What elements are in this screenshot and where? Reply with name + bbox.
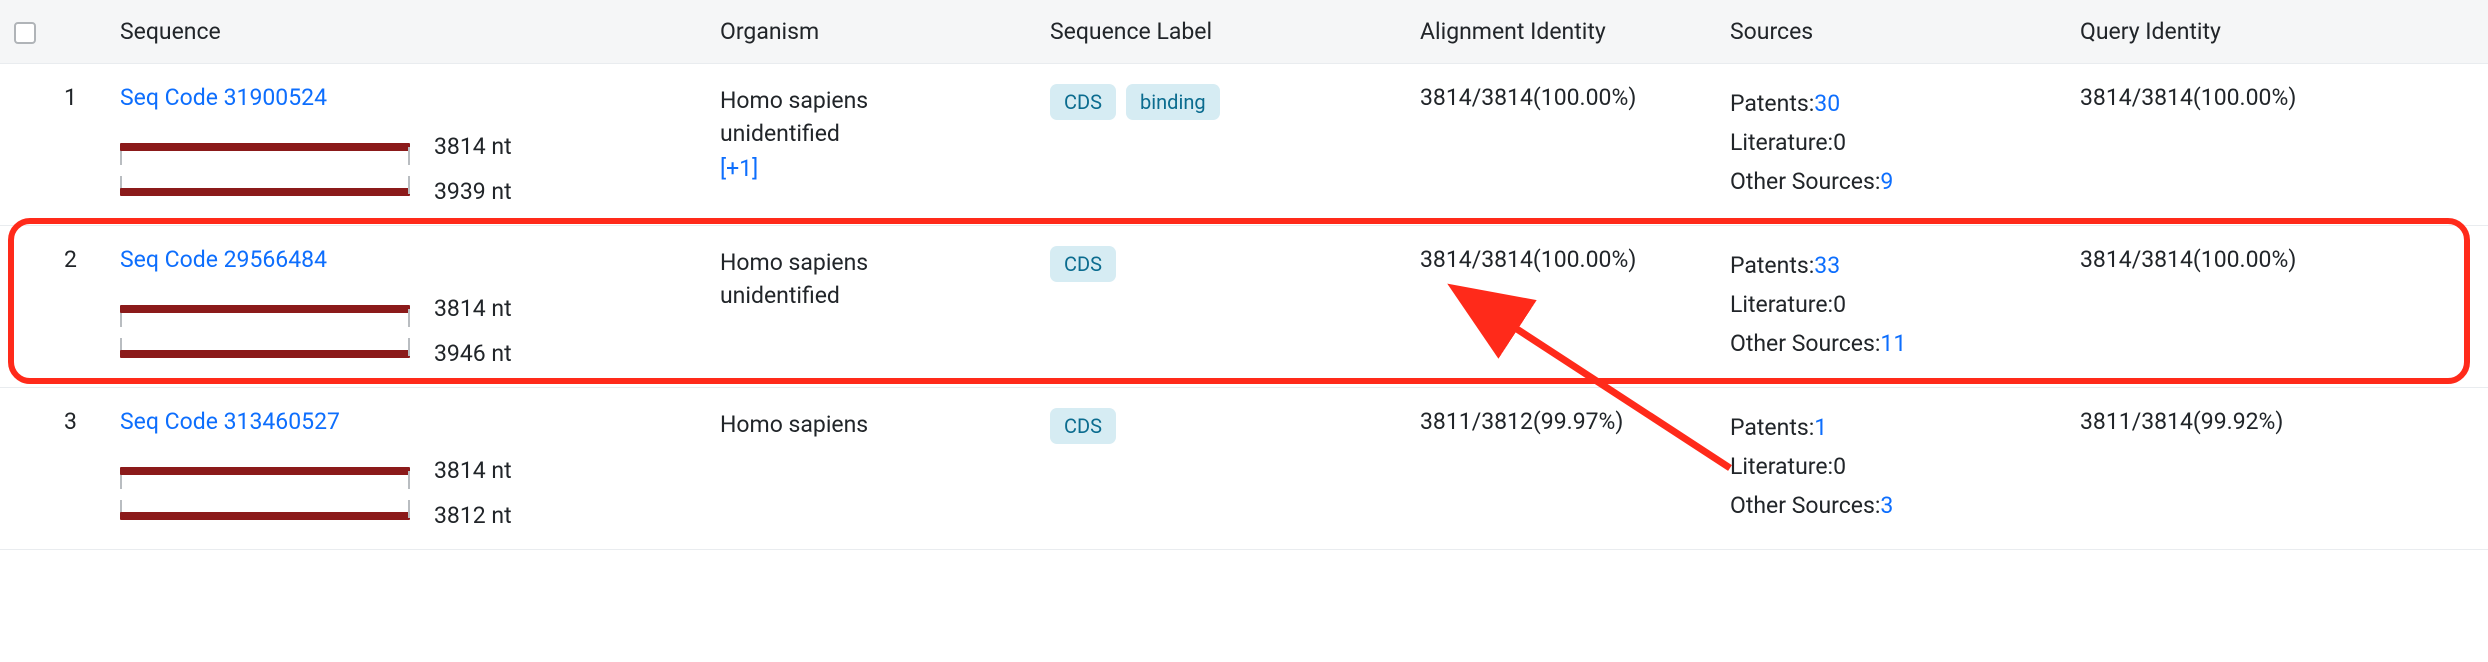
sequence-label-tag[interactable]: CDS — [1050, 246, 1116, 282]
header-sequence[interactable]: Sequence — [106, 0, 706, 64]
query-identity-cell: 3811/3814(99.92%) — [2066, 388, 2488, 550]
row-index: 1 — [50, 64, 106, 226]
literature-source-label: Literature: — [1730, 291, 1833, 318]
patents-source-value[interactable]: 1 — [1814, 414, 1827, 441]
organism-cell: Homo sapiensunidentified [+1] — [706, 64, 1036, 226]
literature-source-label: Literature: — [1730, 129, 1833, 156]
select-all-checkbox[interactable] — [14, 22, 36, 44]
alignment-identity-cell: 3811/3812(99.97%) — [1406, 388, 1716, 550]
row-index: 3 — [50, 388, 106, 550]
label-cell: CDS — [1036, 226, 1406, 388]
results-table: Sequence Organism Sequence Label Alignme… — [0, 0, 2488, 550]
patents-source: Patents:33 — [1730, 246, 2052, 285]
results-table-container: Sequence Organism Sequence Label Alignme… — [0, 0, 2488, 550]
organism-cell: Homo sapiensunidentified — [706, 226, 1036, 388]
header-sources[interactable]: Sources — [1716, 0, 2066, 64]
header-checkbox-cell — [0, 0, 50, 64]
other-source-label: Other Sources: — [1730, 330, 1880, 357]
sources-cell: Patents:1Literature:0Other Sources:3 — [1716, 388, 2066, 550]
sequence-label-tag[interactable]: CDS — [1050, 84, 1116, 120]
alignment-bar-top: 3814 nt — [120, 295, 692, 322]
literature-source: Literature:0 — [1730, 285, 2052, 324]
alignment-bar-bottom: 3946 nt — [120, 340, 692, 367]
header-label[interactable]: Sequence Label — [1036, 0, 1406, 64]
table-row: 1 Seq Code 31900524 3814 nt 3939 nt Homo sap… — [0, 64, 2488, 226]
other-source-value[interactable]: 11 — [1880, 330, 1906, 357]
alignment-bar-bottom: 3812 nt — [120, 502, 692, 529]
row-checkbox-cell — [0, 64, 50, 226]
alignment-bar-top: 3814 nt — [120, 457, 692, 484]
label-cell: CDS — [1036, 388, 1406, 550]
patents-source: Patents:30 — [1730, 84, 2052, 123]
literature-source: Literature:0 — [1730, 123, 2052, 162]
other-source: Other Sources:9 — [1730, 162, 2052, 201]
row-index: 2 — [50, 226, 106, 388]
nt-length-bottom: 3812 nt — [434, 502, 512, 529]
sequence-link[interactable]: Seq Code 29566484 — [120, 246, 327, 273]
sources-cell: Patents:30Literature:0Other Sources:9 — [1716, 64, 2066, 226]
nt-length-bottom: 3939 nt — [434, 178, 512, 205]
header-alignment[interactable]: Alignment Identity — [1406, 0, 1716, 64]
nt-length-top: 3814 nt — [434, 457, 512, 484]
header-index — [50, 0, 106, 64]
other-source: Other Sources:3 — [1730, 486, 2052, 525]
sequence-cell: Seq Code 31900524 3814 nt 3939 nt — [106, 64, 706, 226]
organism-line: unidentified — [720, 279, 1022, 312]
organism-expand-link[interactable]: [+1] — [720, 155, 758, 182]
alignment-visual: 3814 nt 3812 nt — [120, 457, 692, 529]
alignment-bar-top: 3814 nt — [120, 133, 692, 160]
sequence-link[interactable]: Seq Code 31900524 — [120, 84, 327, 111]
organism-line: Homo sapiens — [720, 84, 1022, 117]
literature-source-label: Literature: — [1730, 453, 1833, 480]
nt-length-top: 3814 nt — [434, 295, 512, 322]
other-source-label: Other Sources: — [1730, 492, 1880, 519]
sources-cell: Patents:33Literature:0Other Sources:11 — [1716, 226, 2066, 388]
patents-source-label: Patents: — [1730, 414, 1814, 441]
alignment-identity-cell: 3814/3814(100.00%) — [1406, 226, 1716, 388]
organism-line: unidentified — [720, 117, 1022, 150]
other-source-value[interactable]: 3 — [1880, 492, 1893, 519]
table-row: 2 Seq Code 29566484 3814 nt 3946 nt Homo sap… — [0, 226, 2488, 388]
patents-source-label: Patents: — [1730, 252, 1814, 279]
sequence-cell: Seq Code 29566484 3814 nt 3946 nt — [106, 226, 706, 388]
sequence-label-tag[interactable]: CDS — [1050, 408, 1116, 444]
literature-source: Literature:0 — [1730, 447, 2052, 486]
query-identity-cell: 3814/3814(100.00%) — [2066, 64, 2488, 226]
sequence-cell: Seq Code 313460527 3814 nt 3812 nt — [106, 388, 706, 550]
row-checkbox-cell — [0, 226, 50, 388]
organism-cell: Homo sapiens — [706, 388, 1036, 550]
patents-source-value[interactable]: 30 — [1814, 90, 1840, 117]
other-source-label: Other Sources: — [1730, 168, 1880, 195]
alignment-visual: 3814 nt 3939 nt — [120, 133, 692, 205]
header-organism[interactable]: Organism — [706, 0, 1036, 64]
literature-source-value: 0 — [1833, 129, 1846, 156]
alignment-bar-bottom: 3939 nt — [120, 178, 692, 205]
nt-length-top: 3814 nt — [434, 133, 512, 160]
patents-source: Patents:1 — [1730, 408, 2052, 447]
alignment-identity-cell: 3814/3814(100.00%) — [1406, 64, 1716, 226]
nt-length-bottom: 3946 nt — [434, 340, 512, 367]
header-query[interactable]: Query Identity — [2066, 0, 2488, 64]
organism-line: Homo sapiens — [720, 408, 1022, 441]
other-source-value[interactable]: 9 — [1880, 168, 1893, 195]
literature-source-value: 0 — [1833, 291, 1846, 318]
patents-source-value[interactable]: 33 — [1814, 252, 1840, 279]
label-cell: CDS binding — [1036, 64, 1406, 226]
organism-line: Homo sapiens — [720, 246, 1022, 279]
query-identity-cell: 3814/3814(100.00%) — [2066, 226, 2488, 388]
sequence-label-tag[interactable]: binding — [1126, 84, 1220, 120]
other-source: Other Sources:11 — [1730, 324, 2052, 363]
literature-source-value: 0 — [1833, 453, 1846, 480]
table-row: 3 Seq Code 313460527 3814 nt 3812 nt Homo sa… — [0, 388, 2488, 550]
alignment-visual: 3814 nt 3946 nt — [120, 295, 692, 367]
patents-source-label: Patents: — [1730, 90, 1814, 117]
table-header-row: Sequence Organism Sequence Label Alignme… — [0, 0, 2488, 64]
row-checkbox-cell — [0, 388, 50, 550]
sequence-link[interactable]: Seq Code 313460527 — [120, 408, 340, 435]
